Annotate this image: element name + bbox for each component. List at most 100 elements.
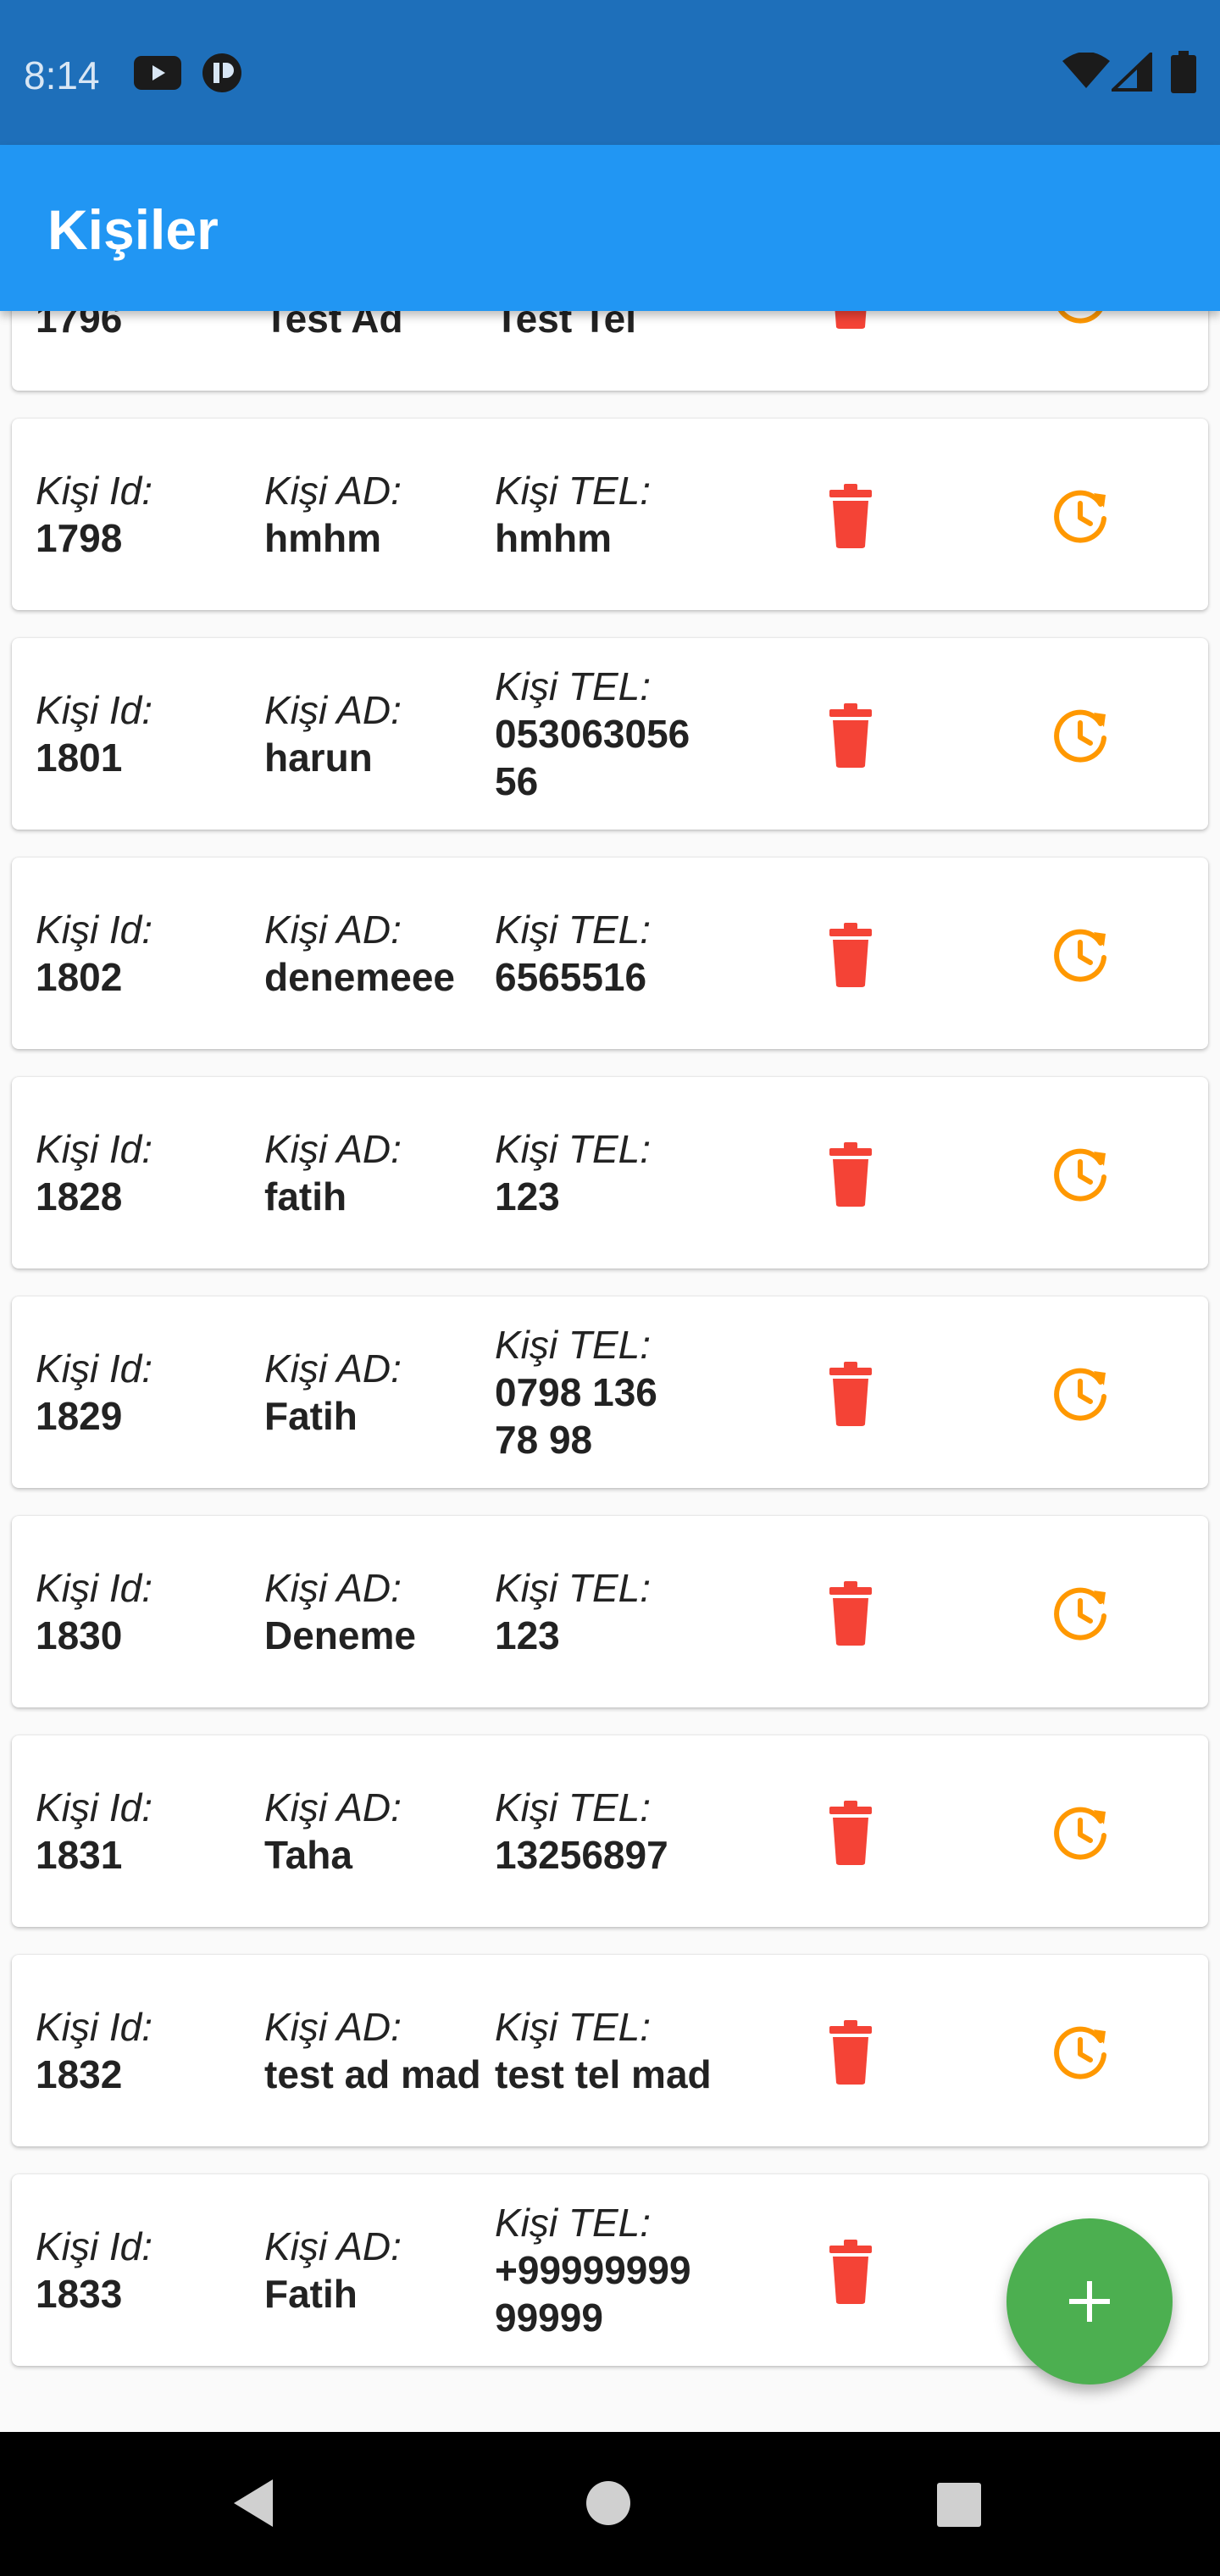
wifi-icon bbox=[1062, 52, 1110, 94]
contact-phone-field: Kişi TEL:Test Tel bbox=[495, 311, 757, 391]
delete-contact-button[interactable] bbox=[817, 1799, 884, 1867]
update-contact-button[interactable] bbox=[1045, 1360, 1117, 1428]
delete-contact-button[interactable] bbox=[817, 482, 884, 550]
contact-name-field: Kişi AD: denemeee bbox=[264, 858, 493, 1049]
plus-icon bbox=[1069, 2281, 1110, 2322]
contact-name-field: Kişi AD: Fatih bbox=[264, 1296, 493, 1488]
delete-contact-button[interactable] bbox=[817, 1579, 884, 1647]
contact-id-field: Kişi Id: 1830 bbox=[36, 1516, 256, 1707]
contact-name-field: Kişi AD: test ad mad bbox=[264, 1955, 493, 2146]
contact-phone-value: 0798 136 78 98 bbox=[495, 1370, 657, 1462]
contact-phone-label: Kişi TEL: bbox=[495, 1127, 652, 1171]
contact-name-value: hmhm bbox=[264, 516, 381, 560]
contact-phone-value: test tel mad bbox=[495, 2052, 712, 2096]
navigation-bar bbox=[0, 2432, 1220, 2576]
contact-name-value: test ad mad bbox=[264, 2052, 481, 2096]
recents-button[interactable] bbox=[935, 2481, 983, 2533]
contact-phone-field: Kişi TEL: test tel mad bbox=[495, 1955, 757, 2146]
contact-name-label: Kişi AD: bbox=[264, 2224, 402, 2268]
back-button[interactable] bbox=[229, 2476, 280, 2534]
update-clock-icon bbox=[1054, 1368, 1106, 1421]
youtube-notification-icon bbox=[134, 56, 181, 94]
contact-id-value: 1831 bbox=[36, 1833, 123, 1877]
delete-contact-button[interactable] bbox=[817, 921, 884, 989]
contact-id-field: Kişi Id: 1833 bbox=[36, 2174, 256, 2366]
contact-name-field: Kişi AD: hmhm bbox=[264, 419, 493, 610]
contact-card: Kişi Id:1796Kişi AD:Test AdKişi TEL:Test… bbox=[12, 311, 1208, 391]
update-clock-icon bbox=[1054, 1807, 1106, 1860]
home-button[interactable] bbox=[585, 2479, 632, 2531]
contact-phone-field: Kişi TEL: 6565516 bbox=[495, 858, 757, 1049]
update-contact-button[interactable] bbox=[1045, 2018, 1117, 2086]
contact-phone-field: Kişi TEL: 123 bbox=[495, 1077, 757, 1269]
trash-icon bbox=[835, 311, 867, 329]
trash-icon bbox=[829, 484, 872, 548]
contact-phone-value: 6565516 bbox=[495, 955, 647, 999]
contact-card: Kişi Id: 1829 Kişi AD: Fatih Kişi TEL: 0798 1… bbox=[12, 1296, 1208, 1488]
update-clock-icon bbox=[1054, 2026, 1106, 2079]
update-contact-button[interactable] bbox=[1045, 1579, 1117, 1647]
contact-id-field: Kişi Id:1796 bbox=[36, 311, 256, 391]
status-time: 8:14 bbox=[24, 53, 100, 97]
delete-contact-button[interactable] bbox=[817, 2238, 884, 2306]
contact-name-field: Kişi AD: Fatih bbox=[264, 2174, 493, 2366]
contact-id-value: 1796 bbox=[36, 311, 123, 341]
contact-phone-label: Kişi TEL: bbox=[495, 664, 652, 708]
contact-phone-value: Test Tel bbox=[495, 311, 636, 341]
contact-card: Kişi Id: 1798 Kişi AD: hmhm Kişi TEL: hmhm bbox=[12, 419, 1208, 610]
update-contact-button[interactable] bbox=[1045, 1141, 1117, 1208]
contact-name-field: Kişi AD: harun bbox=[264, 638, 493, 830]
contact-name-field: Kişi AD: Taha bbox=[264, 1735, 493, 1927]
contact-id-value: 1798 bbox=[36, 516, 123, 560]
update-contact-button[interactable] bbox=[1045, 1799, 1117, 1867]
signal-icon bbox=[1109, 50, 1152, 96]
contact-card: Kişi Id: 1828 Kişi AD: fatih Kişi TEL: 123 bbox=[12, 1077, 1208, 1269]
delete-contact-button[interactable] bbox=[817, 702, 884, 769]
page-title: Kişiler bbox=[47, 198, 219, 261]
contact-id-field: Kişi Id: 1802 bbox=[36, 858, 256, 1049]
contact-id-label: Kişi Id: bbox=[36, 1785, 153, 1829]
contact-name-label: Kişi AD: bbox=[264, 2005, 402, 2049]
contact-name-label: Kişi AD: bbox=[264, 469, 402, 513]
contact-id-value: 1802 bbox=[36, 955, 123, 999]
contact-id-value: 1801 bbox=[36, 736, 123, 780]
trash-icon bbox=[829, 1142, 872, 1207]
contact-id-label: Kişi Id: bbox=[36, 469, 153, 513]
contact-id-field: Kişi Id: 1832 bbox=[36, 1955, 256, 2146]
contact-id-value: 1832 bbox=[36, 2052, 123, 2096]
delete-contact-button[interactable] bbox=[817, 1360, 884, 1428]
contact-id-value: 1829 bbox=[36, 1394, 123, 1438]
trash-icon bbox=[829, 1362, 872, 1426]
contact-name-value: Fatih bbox=[264, 2272, 358, 2316]
contact-id-value: 1833 bbox=[36, 2272, 123, 2316]
contact-card: Kişi Id: 1831 Kişi AD: Taha Kişi TEL: 1325689… bbox=[12, 1735, 1208, 1927]
contact-name-value: denemeee bbox=[264, 955, 456, 999]
contact-phone-label: Kişi TEL: bbox=[495, 2201, 652, 2245]
delete-contact-button[interactable] bbox=[817, 2018, 884, 2086]
update-clock-icon bbox=[1054, 709, 1106, 763]
update-clock-icon bbox=[1057, 311, 1103, 324]
contact-list[interactable]: Kişi Id:1796Kişi AD:Test AdKişi TEL:Test… bbox=[0, 311, 1220, 2432]
add-contact-button[interactable] bbox=[1006, 2218, 1173, 2384]
update-contact-button[interactable] bbox=[1045, 482, 1117, 550]
contact-phone-value: 123 bbox=[495, 1174, 560, 1219]
contact-name-label: Kişi AD: bbox=[264, 1346, 402, 1391]
update-contact-button[interactable] bbox=[1045, 311, 1117, 330]
contact-name-label: Kişi AD: bbox=[264, 1127, 402, 1171]
contact-phone-label: Kişi TEL: bbox=[495, 1785, 652, 1829]
trash-icon bbox=[829, 1801, 872, 1865]
contact-phone-field: Kişi TEL: 13256897 bbox=[495, 1735, 757, 1927]
contact-name-value: Taha bbox=[264, 1833, 352, 1877]
update-contact-button[interactable] bbox=[1045, 702, 1117, 769]
update-contact-button[interactable] bbox=[1045, 921, 1117, 989]
contact-card: Kişi Id: 1801 Kişi AD: harun Kişi TEL: 053063… bbox=[12, 638, 1208, 830]
contact-phone-label: Kişi TEL: bbox=[495, 908, 652, 952]
contact-phone-value: +99999999 99999 bbox=[495, 2248, 691, 2340]
contact-name-value: fatih bbox=[264, 1174, 347, 1219]
contact-card: Kişi Id: 1830 Kişi AD: Deneme Kişi TEL: 123 bbox=[12, 1516, 1208, 1707]
delete-contact-button[interactable] bbox=[817, 311, 884, 330]
contact-phone-label: Kişi TEL: bbox=[495, 1566, 652, 1610]
contact-name-value: harun bbox=[264, 736, 373, 780]
delete-contact-button[interactable] bbox=[817, 1141, 884, 1208]
contact-name-field: Kişi AD: Deneme bbox=[264, 1516, 493, 1707]
